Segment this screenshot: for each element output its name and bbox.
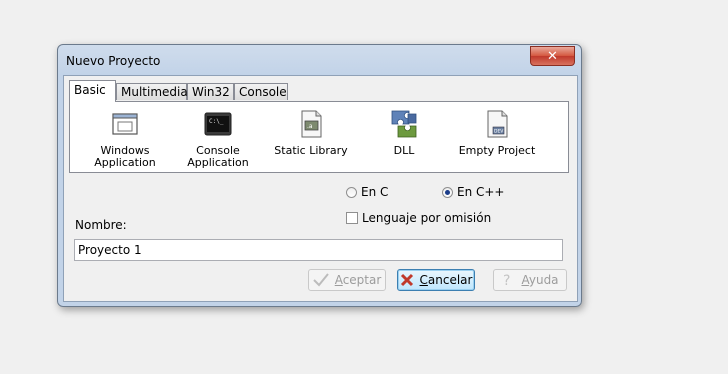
help-icon: ? [501, 272, 515, 288]
cancel-x-icon [400, 273, 414, 287]
tab-basic[interactable]: Basic [69, 80, 116, 102]
accept-label: Aceptar [334, 273, 382, 287]
project-type-label: DLL [393, 144, 415, 157]
title-bar[interactable]: Nuevo Proyecto ✕ [58, 45, 581, 75]
checkbox-indicator [346, 212, 358, 224]
checkmark-icon [312, 273, 329, 287]
project-type-label: Application [187, 156, 249, 169]
radio-label: En C++ [457, 185, 505, 199]
project-type-label: Static Library [274, 144, 348, 157]
new-project-dialog: Nuevo Proyecto ✕ Basic Multimedia Win32 … [57, 44, 582, 307]
cancel-button[interactable]: Cancelar [397, 269, 475, 291]
empty-project-icon: DEV [481, 108, 513, 140]
project-name-input[interactable] [74, 239, 563, 261]
default-language-checkbox[interactable]: Lenguaje por omisión [346, 211, 491, 225]
static-library-icon: .a [295, 108, 327, 140]
accept-button[interactable]: Aceptar [308, 269, 386, 291]
help-button[interactable]: ? Ayuda [493, 269, 567, 291]
close-button[interactable]: ✕ [530, 46, 575, 66]
tab-multimedia[interactable]: Multimedia [116, 83, 188, 100]
radio-label: En C [361, 185, 389, 199]
checkbox-label: Lenguaje por omisión [362, 211, 492, 225]
svg-text:C:\_: C:\_ [209, 118, 224, 125]
close-icon: ✕ [547, 48, 558, 64]
radio-indicator [346, 186, 357, 198]
svg-text:DEV: DEV [494, 129, 504, 135]
project-type-label: Empty Project [458, 144, 536, 157]
radio-indicator [442, 186, 453, 198]
project-type-empty-project[interactable]: DEV Empty Project [452, 108, 542, 157]
project-type-windows-application[interactable]: Windows Application [80, 108, 170, 169]
project-type-console-application[interactable]: C:\_ Console Application [173, 108, 263, 169]
svg-text:?: ? [503, 273, 510, 288]
radio-language-c[interactable]: En C [346, 185, 388, 199]
name-label: Nombre: [75, 218, 127, 232]
tab-win32[interactable]: Win32 [187, 83, 234, 100]
cancel-label: Cancelar [419, 273, 473, 287]
project-type-dll[interactable]: DLL [359, 108, 449, 157]
help-label: Ayuda [521, 273, 559, 287]
console-application-icon: C:\_ [202, 108, 234, 140]
svg-text:.a: .a [307, 123, 313, 130]
radio-language-cpp[interactable]: En C++ [442, 185, 505, 199]
windows-application-icon [109, 108, 141, 140]
dialog-title: Nuevo Proyecto [66, 54, 161, 68]
dll-icon [388, 108, 420, 140]
project-type-static-library[interactable]: .a Static Library [266, 108, 356, 157]
project-types-panel: Windows Application C:\_ Console Applica… [69, 101, 569, 173]
project-type-label: Application [94, 156, 156, 169]
dialog-body: Basic Multimedia Win32 Console Windows A… [63, 75, 578, 302]
tab-console[interactable]: Console [234, 83, 288, 100]
